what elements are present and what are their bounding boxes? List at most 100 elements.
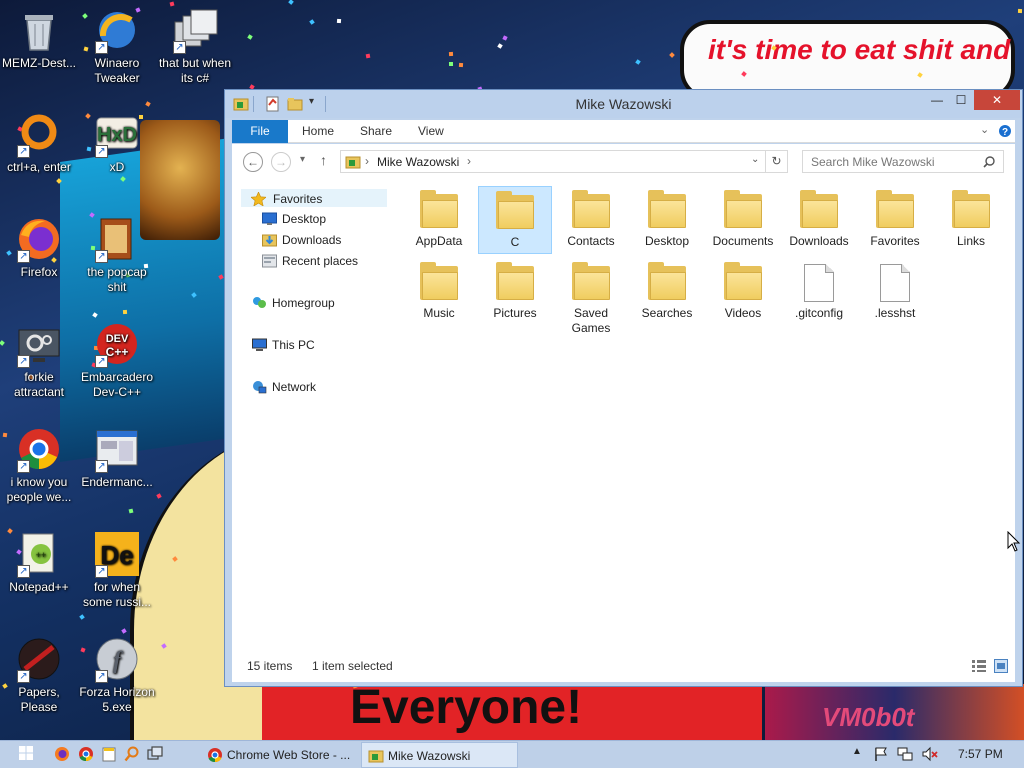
nav-label: Homegroup bbox=[272, 296, 335, 310]
desktop-shortcut[interactable]: f ↗ Forza Horizon 5.exe bbox=[78, 635, 156, 715]
breadcrumb-separator: › bbox=[365, 154, 369, 168]
svg-text:?: ? bbox=[1002, 127, 1008, 138]
up-arrow-icon[interactable]: ↑ bbox=[320, 152, 327, 168]
folder-icon bbox=[720, 260, 766, 306]
start-button-icon[interactable] bbox=[18, 745, 34, 761]
tab-file[interactable]: File bbox=[232, 120, 288, 143]
minimize-button[interactable]: — bbox=[925, 90, 949, 110]
firefox-pinned-icon[interactable] bbox=[54, 746, 70, 762]
desktop-shortcut[interactable]: De ↗ for when some russi... bbox=[78, 530, 156, 610]
title-bar[interactable]: ▾ Mike Wazowski — ☐ ✕ bbox=[225, 90, 1022, 118]
taskbar-item-explorer[interactable]: Mike Wazowski bbox=[361, 742, 518, 768]
file-item[interactable]: Videos bbox=[706, 258, 780, 326]
nav-downloads[interactable]: Downloads bbox=[262, 230, 388, 250]
file-item-label: Pictures bbox=[493, 306, 537, 320]
search-icon[interactable] bbox=[983, 156, 995, 168]
file-item[interactable]: Saved Games bbox=[554, 258, 628, 335]
tab-view[interactable]: View bbox=[404, 120, 458, 143]
file-item[interactable]: Favorites bbox=[858, 186, 932, 254]
chrome-icon bbox=[208, 748, 222, 763]
folder-icon bbox=[948, 188, 994, 234]
desktop-shortcut-label: for when some russi... bbox=[82, 580, 151, 609]
file-item[interactable]: AppData bbox=[402, 186, 476, 254]
file-item[interactable]: .gitconfig bbox=[782, 258, 856, 326]
search-placeholder: Search Mike Wazowski bbox=[811, 155, 935, 169]
desktop-shortcut[interactable]: ↗ Winaero Tweaker bbox=[78, 6, 156, 86]
desktop-shortcut[interactable]: ↗ ctrl+a, enter bbox=[0, 110, 78, 175]
forward-button[interactable]: → bbox=[271, 152, 291, 172]
tab-share[interactable]: Share bbox=[346, 120, 406, 143]
desktop-shortcut[interactable]: MEMZ-Dest... bbox=[0, 6, 78, 71]
desktop-shortcut[interactable]: HxD ↗ xD bbox=[78, 110, 156, 175]
desktop-shortcut[interactable]: ++ ↗ Notepad++ bbox=[0, 530, 78, 595]
desktop-shortcut[interactable]: ↗ Endermanc... bbox=[78, 425, 156, 490]
address-dropdown-icon[interactable]: ⌄ bbox=[751, 154, 759, 165]
svg-text:DEV: DEV bbox=[106, 333, 129, 345]
search-pinned-icon[interactable] bbox=[124, 746, 140, 762]
network-tray-icon[interactable] bbox=[897, 746, 913, 762]
file-item[interactable]: Links bbox=[934, 186, 1008, 254]
show-hidden-icons-button[interactable]: ▲ bbox=[852, 746, 862, 757]
folder-icon bbox=[644, 260, 690, 306]
file-item[interactable]: Music bbox=[402, 258, 476, 326]
tab-home[interactable]: Home bbox=[288, 120, 348, 143]
nav-desktop[interactable]: Desktop bbox=[262, 209, 388, 229]
desktop-shortcut[interactable]: ↗ Firefox bbox=[0, 215, 78, 280]
desktop-shortcut[interactable]: ↗ the popcap shit bbox=[78, 215, 156, 295]
nav-network[interactable]: Network bbox=[252, 377, 388, 397]
svg-text:HxD: HxD bbox=[97, 124, 137, 146]
back-button[interactable]: ← bbox=[243, 152, 263, 172]
orange-ring-icon: ↗ bbox=[15, 110, 63, 158]
file-item-label: C bbox=[510, 235, 520, 249]
ribbon-expand-icon[interactable]: ⌄ bbox=[980, 123, 989, 136]
desktop-shortcut[interactable]: ↗ that but when its c# bbox=[156, 6, 234, 86]
action-center-flag-icon[interactable] bbox=[873, 746, 889, 762]
file-item[interactable]: C bbox=[478, 186, 552, 254]
file-item[interactable]: Desktop bbox=[630, 186, 704, 254]
file-item[interactable]: Documents bbox=[706, 186, 780, 254]
breadcrumb-current[interactable]: Mike Wazowski bbox=[377, 155, 459, 169]
folder-icon bbox=[720, 188, 766, 234]
address-bar[interactable]: › Mike Wazowski › ⌄ bbox=[340, 150, 766, 173]
clock[interactable]: 7:57 PM bbox=[958, 747, 1003, 761]
taskbar: Chrome Web Store - ... Mike Wazowski ▲ 7… bbox=[0, 740, 1024, 768]
file-list: AppData C Contacts Desktop Documents Download… bbox=[392, 180, 1012, 650]
nav-label: Favorites bbox=[273, 192, 323, 206]
desktop-icon bbox=[262, 212, 277, 225]
explorer-window[interactable]: ▾ Mike Wazowski — ☐ ✕ File Home Share Vi… bbox=[224, 89, 1023, 687]
winaero-icon: ↗ bbox=[93, 6, 141, 54]
status-bar: 15 items 1 item selected bbox=[232, 650, 1015, 682]
nav-homegroup[interactable]: Homegroup bbox=[252, 293, 388, 313]
search-input[interactable]: Search Mike Wazowski bbox=[802, 150, 1004, 173]
nav-favorites[interactable]: Favorites bbox=[240, 188, 388, 208]
desktop-shortcut[interactable]: DEV C++ ↗ Embarcadero Dev-C++ bbox=[78, 320, 156, 400]
help-icon[interactable]: ? bbox=[998, 124, 1012, 138]
desktop-shortcut[interactable]: ↗ i know you people we... bbox=[0, 425, 78, 505]
chrome-pinned-icon[interactable] bbox=[78, 746, 94, 762]
large-icons-view-icon[interactable] bbox=[994, 659, 1008, 673]
details-view-icon[interactable] bbox=[972, 660, 986, 672]
devcpp-icon: DEV C++ ↗ bbox=[93, 320, 141, 368]
file-item[interactable]: Contacts bbox=[554, 186, 628, 254]
shortcut-arrow-icon: ↗ bbox=[95, 41, 108, 54]
file-item[interactable]: Searches bbox=[630, 258, 704, 326]
file-item-label: AppData bbox=[415, 234, 463, 248]
close-button[interactable]: ✕ bbox=[974, 90, 1020, 110]
taskbar-item-chrome[interactable]: Chrome Web Store - ... bbox=[201, 742, 355, 768]
folder-icon bbox=[416, 188, 462, 234]
desktop-shortcut[interactable]: ↗ Papers, Please bbox=[0, 635, 78, 715]
file-item[interactable]: .lesshst bbox=[858, 258, 932, 326]
notepad-pinned-icon[interactable] bbox=[101, 746, 117, 762]
popcap-icon: ↗ bbox=[93, 215, 141, 263]
desktop-shortcut[interactable]: ↗ forkie attractant bbox=[0, 320, 78, 400]
volume-muted-icon[interactable] bbox=[922, 746, 938, 762]
selection-count: 1 item selected bbox=[312, 659, 393, 673]
nav-recent-places[interactable]: Recent places bbox=[262, 251, 388, 271]
task-view-icon[interactable] bbox=[147, 746, 163, 762]
maximize-button[interactable]: ☐ bbox=[949, 90, 973, 110]
file-item[interactable]: Pictures bbox=[478, 258, 552, 326]
nav-this-pc[interactable]: This PC bbox=[252, 335, 388, 355]
file-item[interactable]: Downloads bbox=[782, 186, 856, 254]
refresh-button[interactable]: ↻ bbox=[766, 150, 788, 173]
recent-locations-icon[interactable]: ▾ bbox=[300, 154, 305, 165]
